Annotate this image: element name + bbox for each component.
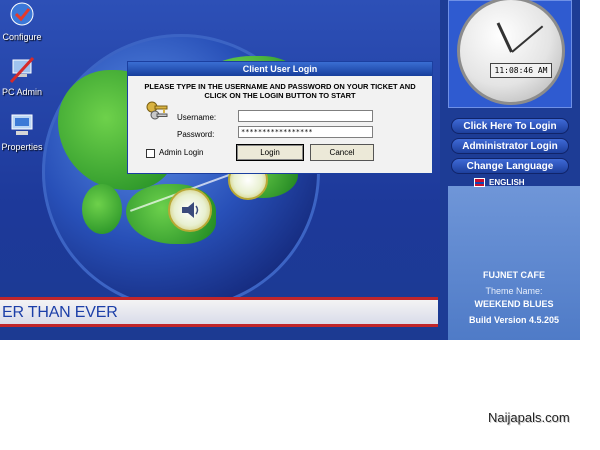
clock-widget: 11:08:46 AM (448, 0, 572, 108)
theme-name: WEEKEND BLUES (474, 299, 554, 309)
desktop-icon-pc-admin[interactable]: PC Admin (0, 55, 44, 97)
language-selector[interactable]: ENGLISH (474, 178, 525, 187)
desktop-icon-label: Properties (1, 142, 43, 152)
language-label: ENGLISH (489, 178, 525, 187)
change-language-button[interactable]: Change Language (451, 158, 569, 174)
marquee-banner: ER THAN EVER (0, 297, 438, 327)
desktop-icon-label: PC Admin (1, 87, 43, 97)
password-input[interactable]: ***************** (238, 126, 373, 138)
hour-hand (496, 22, 513, 53)
username-input[interactable] (238, 110, 373, 122)
admin-login-label: Admin Login (159, 148, 204, 157)
uk-flag-icon (474, 178, 485, 187)
login-button[interactable]: Login (236, 144, 304, 161)
pc-admin-icon (7, 55, 37, 85)
watermark: Naijapals.com (488, 410, 570, 425)
configure-icon (7, 0, 37, 30)
username-label: Username: (177, 113, 217, 122)
password-label: Password: (177, 130, 215, 139)
cafe-name: FUJNET CAFE (482, 270, 545, 280)
desktop-icon-label: Configure (2, 32, 42, 42)
instruction-line: CLICK ON THE LOGIN BUTTON TO START (204, 91, 356, 100)
globe-land (82, 184, 122, 234)
dialog-title: Client User Login (128, 62, 432, 76)
properties-icon (7, 110, 37, 140)
click-here-to-login-button[interactable]: Click Here To Login (451, 118, 569, 134)
cancel-button[interactable]: Cancel (310, 144, 374, 161)
minute-hand (511, 25, 544, 53)
keys-icon (144, 99, 170, 125)
administrator-login-button[interactable]: Administrator Login (451, 138, 569, 154)
admin-login-checkbox[interactable] (146, 149, 155, 158)
instruction-line: PLEASE TYPE IN THE USERNAME AND PASSWORD… (144, 82, 416, 91)
dialog-instruction: PLEASE TYPE IN THE USERNAME AND PASSWORD… (128, 82, 432, 100)
digital-time: 11:08:46 AM (490, 63, 552, 78)
banner-text: ER THAN EVER (2, 304, 118, 321)
speaker-icon (168, 188, 212, 232)
desktop-icon-properties[interactable]: Properties (0, 110, 44, 152)
login-dialog: Client User Login PLEASE TYPE IN THE USE… (127, 61, 433, 174)
build-version: Build Version 4.5.205 (468, 315, 560, 325)
theme-label: Theme Name: (485, 286, 543, 296)
desktop-icon-configure[interactable]: Configure (0, 0, 44, 42)
analog-clock-face: 11:08:46 AM (457, 0, 565, 105)
